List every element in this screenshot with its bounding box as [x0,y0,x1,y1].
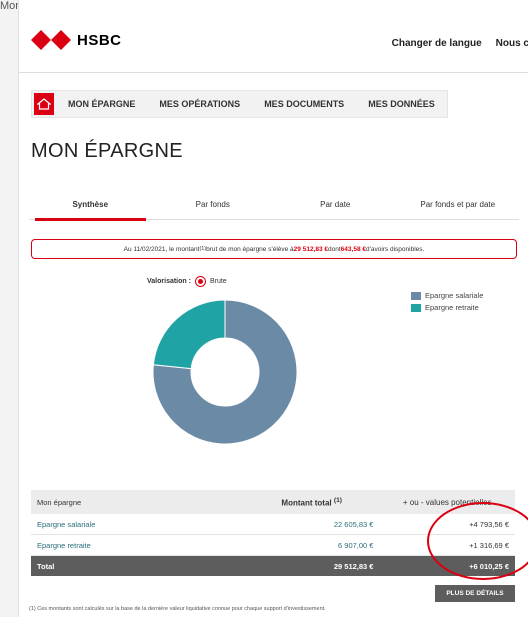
col-header-montant-label: Montant total [281,498,332,508]
change-language-link[interactable]: Changer de langue [392,38,482,49]
more-details-button[interactable]: PLUS DE DÉTAILS [435,585,515,602]
nav-mes-donnees[interactable]: MES DONNÉES [356,99,447,109]
contact-link[interactable]: Nous c [496,38,528,49]
table-header-row: Mon épargne Montant total (1) + ou - val… [31,490,515,514]
table-total-row: Total 29 512,83 € +6 010,25 € [31,555,515,576]
notice-middle2: dont [328,245,341,253]
valuation-radio[interactable] [194,276,206,287]
notice-prefix: Au 11/02/2021, le montant [123,245,200,253]
radio-selected-dot [197,279,203,284]
nav-mon-epargne[interactable]: MON ÉPARGNE [56,99,147,109]
col-header-montant-total: Montant total (1) [243,490,380,514]
header-divider [19,72,528,73]
total-amount: 29 512,83 € [243,555,380,576]
home-icon [37,98,51,110]
notice-sup: (1) [199,246,207,252]
tab-par-fonds[interactable]: Par fonds [152,192,275,219]
row-gain-salariale: +4 793,56 € [379,514,515,535]
tab-par-date[interactable]: Par date [274,192,397,219]
footnote: (1) Ces montants sont calculés sur la ba… [29,606,326,612]
hsbc-logo[interactable]: HSBC [31,30,122,50]
table-row: Epargne retraite 6 907,00 € +1 316,69 € [31,534,515,556]
col-header-plus-values: + ou - values potentielles [379,490,515,514]
header-links: Changer de langue Nous c [392,38,528,49]
row-amount-retraite[interactable]: 6 907,00 € [243,534,380,556]
col-header-mon-epargne: Mon épargne [31,490,244,514]
total-label: Total [31,555,244,576]
valuation-label: Valorisation : [147,278,191,285]
page-frame: HSBC Changer de langue Nous c MON ÉPARGN… [18,0,528,617]
legend-item: Epargne retraite [411,303,483,312]
notice-available: 643,58 € [340,245,366,253]
row-label-retraite[interactable]: Epargne retraite [31,534,244,556]
legend-swatch-retraite [411,303,421,312]
legend-swatch-salariale [411,291,421,300]
tab-synthese[interactable]: Synthèse [29,192,152,221]
notice-suffix: d'avoirs disponibles. [365,245,425,253]
page-title: MON ÉPARGNE [31,140,183,162]
table-row: Epargne salariale 22 605,83 € +4 793,56 … [31,514,515,535]
notice-middle: brut de mon épargne s'élève à [206,245,294,253]
total-gain: +6 010,25 € [379,555,515,576]
valuation-option: Brute [209,278,227,285]
legend-item: Epargne salariale [411,291,483,300]
legend-label-salariale: Epargne salariale [425,291,484,300]
valuation-selector: Valorisation : Brute [147,276,227,287]
nav-mes-operations[interactable]: MES OPÉRATIONS [147,99,252,109]
legend-label-retraite: Epargne retraite [425,303,479,312]
row-gain-retraite: +1 316,69 € [379,534,515,556]
col-header-sup: (1) [333,496,342,504]
balance-notice: Au 11/02/2021, le montant (1) brut de mon… [31,239,517,259]
savings-summary-table: Mon épargne Montant total (1) + ou - val… [31,490,515,576]
hsbc-hexagon-icon [31,30,71,50]
nav-mes-documents[interactable]: MES DOCUMENTS [252,99,356,109]
logo-text: HSBC [77,31,122,49]
view-tabs: Synthèse Par fonds Par date Par fonds et… [29,192,520,221]
notice-amount: 29 512,83 € [293,245,329,253]
row-label-salariale[interactable]: Epargne salariale [31,514,244,535]
chart-legend: Epargne salariale Epargne retraite [411,291,483,315]
donut-slice-retraite[interactable] [152,299,226,370]
row-amount-salariale[interactable]: 22 605,83 € [243,514,380,535]
main-nav: MON ÉPARGNE MES OPÉRATIONS MES DOCUMENTS… [31,90,448,118]
tab-par-fonds-et-date[interactable]: Par fonds et par date [397,192,520,219]
home-button[interactable] [34,93,54,115]
savings-donut-chart [152,299,298,445]
